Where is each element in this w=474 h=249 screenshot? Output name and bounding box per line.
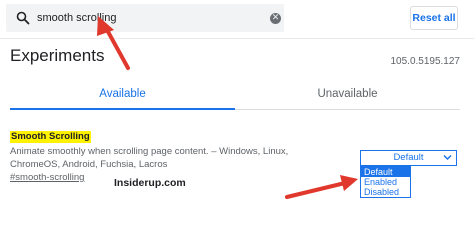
flag-select[interactable]: Default (360, 150, 457, 166)
option-enabled[interactable]: Enabled (361, 177, 410, 187)
search-icon (16, 11, 30, 25)
search-input[interactable] (37, 9, 257, 27)
select-value: Default (393, 152, 424, 163)
page-title: Experiments (10, 46, 105, 65)
experiment-title: Smooth Scrolling (10, 131, 91, 143)
select-options: Default Enabled Disabled (360, 166, 411, 198)
option-disabled[interactable]: Disabled (361, 187, 410, 197)
option-default[interactable]: Default (361, 167, 410, 177)
active-tab-indicator (10, 108, 235, 110)
experiment-description: Animate smoothly when scrolling page con… (10, 146, 289, 170)
watermark-text: Insiderup.com (114, 177, 186, 189)
tab-divider (235, 109, 460, 110)
tab-bar: Available Unavailable (10, 80, 460, 110)
reset-all-button[interactable]: Reset all (410, 6, 458, 30)
header-divider (0, 38, 474, 39)
experiment-permalink[interactable]: #smooth-scrolling (10, 172, 84, 183)
tab-available[interactable]: Available (10, 80, 235, 108)
chevron-down-icon (443, 154, 452, 161)
clear-icon[interactable]: ✕ (270, 13, 281, 24)
search-box[interactable]: ✕ (6, 4, 284, 32)
top-bar: ✕ Reset all (0, 0, 474, 38)
version-label: 105.0.5195.127 (390, 56, 460, 67)
tab-unavailable[interactable]: Unavailable (235, 80, 460, 108)
